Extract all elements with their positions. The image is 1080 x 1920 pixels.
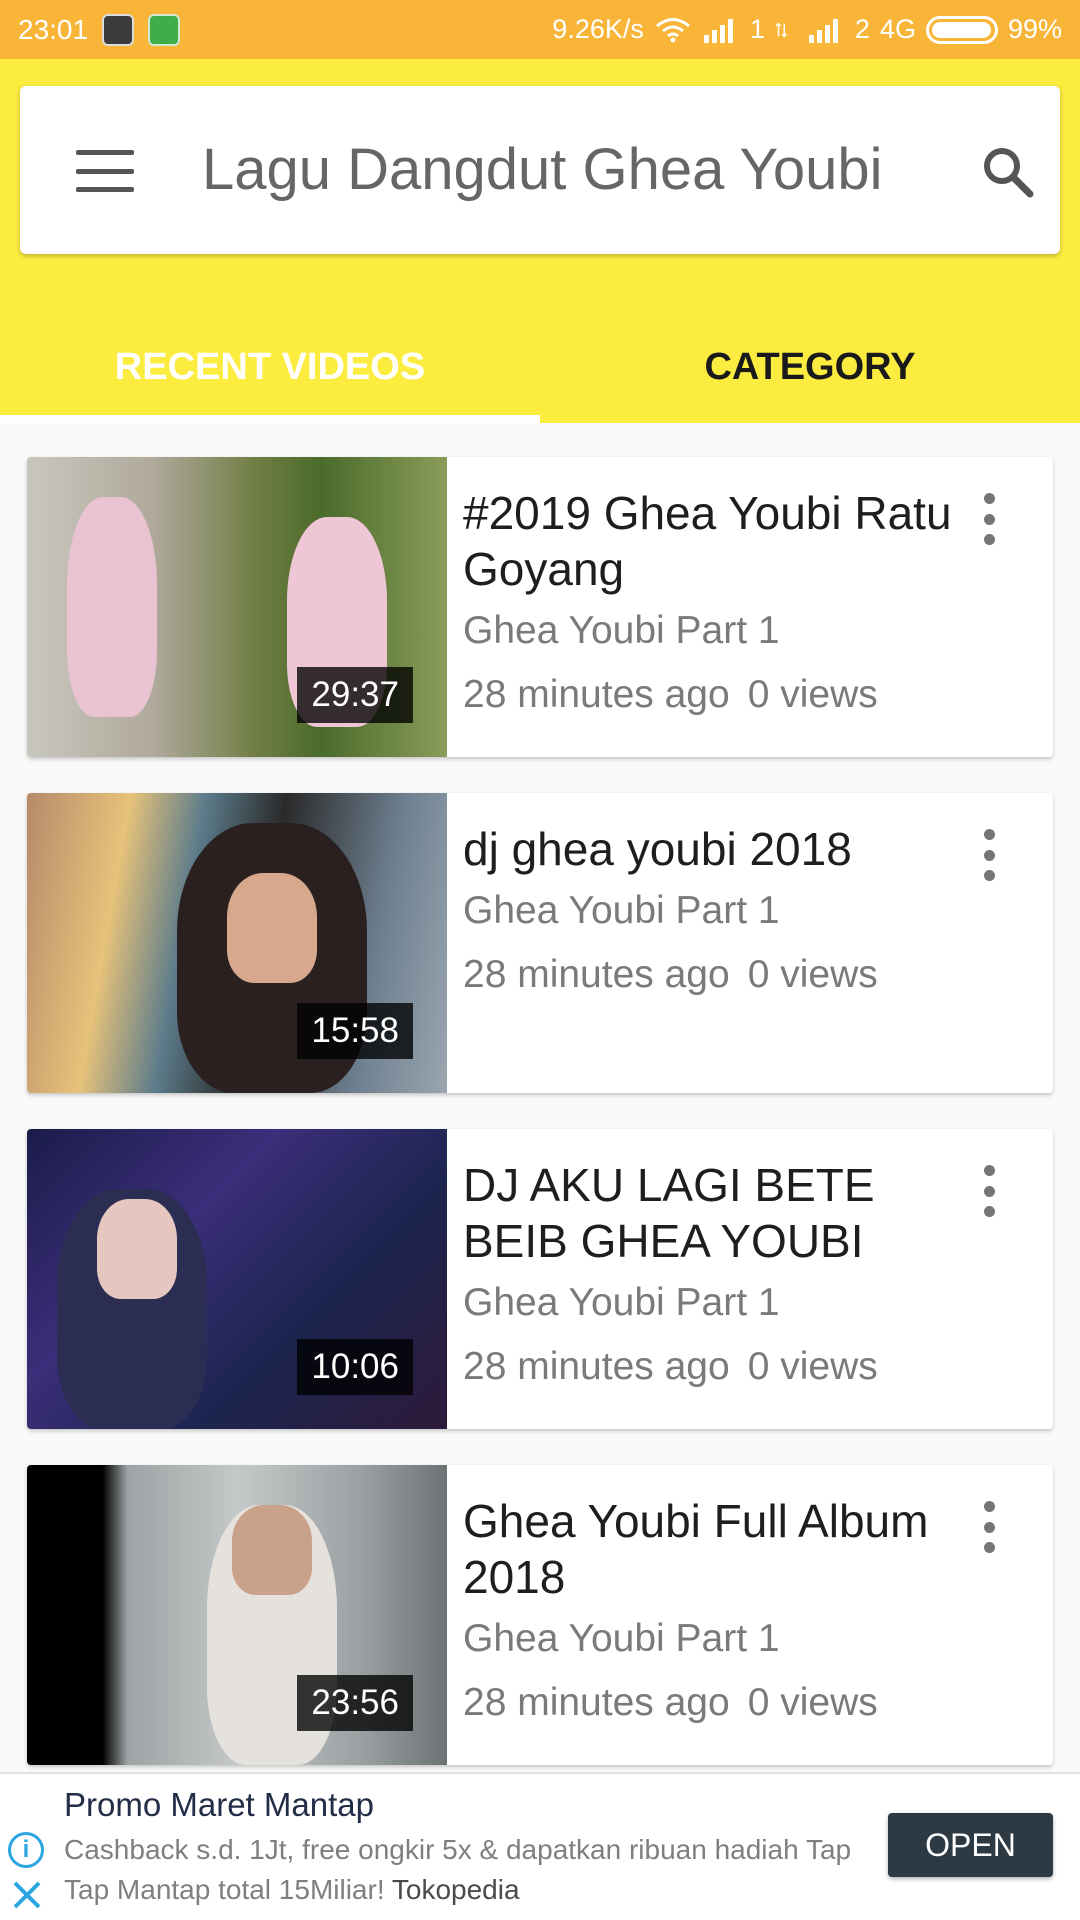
video-thumbnail: 23:56 (27, 1465, 447, 1765)
video-duration: 23:56 (297, 1675, 413, 1731)
video-title: DJ AKU LAGI BETE BEIB GHEA YOUBI (463, 1159, 875, 1267)
sim2-label: 2 (854, 14, 870, 44)
ad-close-icon[interactable] (10, 1878, 44, 1912)
video-channel: Ghea Youbi Part 1 (463, 1281, 780, 1324)
tab-label: RECENT VIDEOS (114, 345, 426, 388)
video-title: Ghea Youbi Full Album 2018 (463, 1495, 929, 1603)
video-meta: 28 minutes ago 0 views (463, 1345, 963, 1389)
battery-fill (931, 21, 992, 38)
video-time-ago: 28 minutes ago (463, 673, 730, 716)
signal-icon (703, 18, 733, 43)
network-speed: 9.26K/s (552, 14, 644, 44)
tab-indicator (0, 415, 540, 423)
video-title: #2019 Ghea Youbi Ratu Goyang (463, 487, 952, 595)
search-icon[interactable] (980, 144, 1036, 200)
ad-title: Promo Maret Mantap (64, 1786, 374, 1823)
status-time: 23:01 (18, 13, 89, 45)
video-thumbnail: 10:06 (27, 1129, 447, 1429)
video-info: #2019 Ghea Youbi Ratu Goyang Ghea Youbi … (463, 485, 963, 717)
tab-recent-videos[interactable]: RECENT VIDEOS (0, 311, 540, 423)
video-duration: 29:37 (297, 667, 413, 723)
video-duration: 15:58 (297, 1003, 413, 1059)
wifi-icon (655, 17, 690, 42)
video-channel: Ghea Youbi Part 1 (463, 889, 780, 932)
status-bar: 23:01 9.26K/s 1 2 4G 99% (0, 0, 1080, 59)
video-card[interactable]: 23:56 Ghea Youbi Full Album 2018 Ghea Yo… (27, 1465, 1053, 1765)
bbm-icon (102, 13, 135, 46)
video-meta: 28 minutes ago 0 views (463, 1681, 963, 1725)
ad-body: Cashback s.d. 1Jt, free ongkir 5x & dapa… (64, 1830, 864, 1910)
video-channel: Ghea Youbi Part 1 (463, 1617, 780, 1660)
android-icon (148, 13, 181, 46)
video-title: dj ghea youbi 2018 (463, 823, 852, 875)
video-thumbnail: 15:58 (27, 793, 447, 1093)
tab-bar: RECENT VIDEOS CATEGORY (0, 311, 1080, 423)
app-bar: Lagu Dangdut Ghea Youbi RECENT VIDEOS CA… (0, 59, 1080, 423)
ad-info-icon[interactable]: i (8, 1832, 44, 1868)
video-time-ago: 28 minutes ago (463, 1681, 730, 1724)
video-views: 0 views (747, 1681, 878, 1724)
battery-percent: 99% (1007, 14, 1062, 44)
tab-label: CATEGORY (704, 345, 916, 388)
video-meta: 28 minutes ago 0 views (463, 953, 963, 997)
more-options-icon[interactable] (977, 829, 1001, 881)
video-time-ago: 28 minutes ago (463, 1345, 730, 1388)
video-views: 0 views (747, 1345, 878, 1388)
video-meta: 28 minutes ago 0 views (463, 673, 963, 717)
network-type: 4G (879, 14, 916, 44)
video-duration: 10:06 (297, 1339, 413, 1395)
sim1-label: 1 (749, 14, 765, 44)
video-channel: Ghea Youbi Part 1 (463, 609, 780, 652)
toolbar-card: Lagu Dangdut Ghea Youbi (20, 86, 1060, 254)
video-card[interactable]: 29:37 #2019 Ghea Youbi Ratu Goyang Ghea … (27, 457, 1053, 757)
signal-icon (808, 18, 838, 43)
video-card[interactable]: 15:58 dj ghea youbi 2018 Ghea Youbi Part… (27, 793, 1053, 1093)
data-transfer-icon (775, 22, 787, 37)
video-info: DJ AKU LAGI BETE BEIB GHEA YOUBI Ghea Yo… (463, 1157, 963, 1389)
video-views: 0 views (747, 953, 878, 996)
battery-icon (925, 15, 998, 44)
hamburger-menu-icon[interactable] (76, 150, 134, 192)
more-options-icon[interactable] (977, 1165, 1001, 1217)
ad-banner[interactable]: Promo Maret Mantap Cashback s.d. 1Jt, fr… (0, 1772, 1080, 1920)
more-options-icon[interactable] (977, 1501, 1001, 1553)
video-views: 0 views (747, 673, 878, 716)
tab-category[interactable]: CATEGORY (540, 311, 1080, 423)
video-card[interactable]: 10:06 DJ AKU LAGI BETE BEIB GHEA YOUBI G… (27, 1129, 1053, 1429)
ad-open-button[interactable]: OPEN (888, 1813, 1053, 1877)
video-thumbnail: 29:37 (27, 457, 447, 757)
video-info: Ghea Youbi Full Album 2018 Ghea Youbi Pa… (463, 1493, 963, 1725)
video-info: dj ghea youbi 2018 Ghea Youbi Part 1 28 … (463, 821, 963, 997)
more-options-icon[interactable] (977, 493, 1001, 545)
app-title: Lagu Dangdut Ghea Youbi (202, 137, 883, 202)
ad-brand: Tokopedia (391, 1874, 520, 1905)
video-time-ago: 28 minutes ago (463, 953, 730, 996)
